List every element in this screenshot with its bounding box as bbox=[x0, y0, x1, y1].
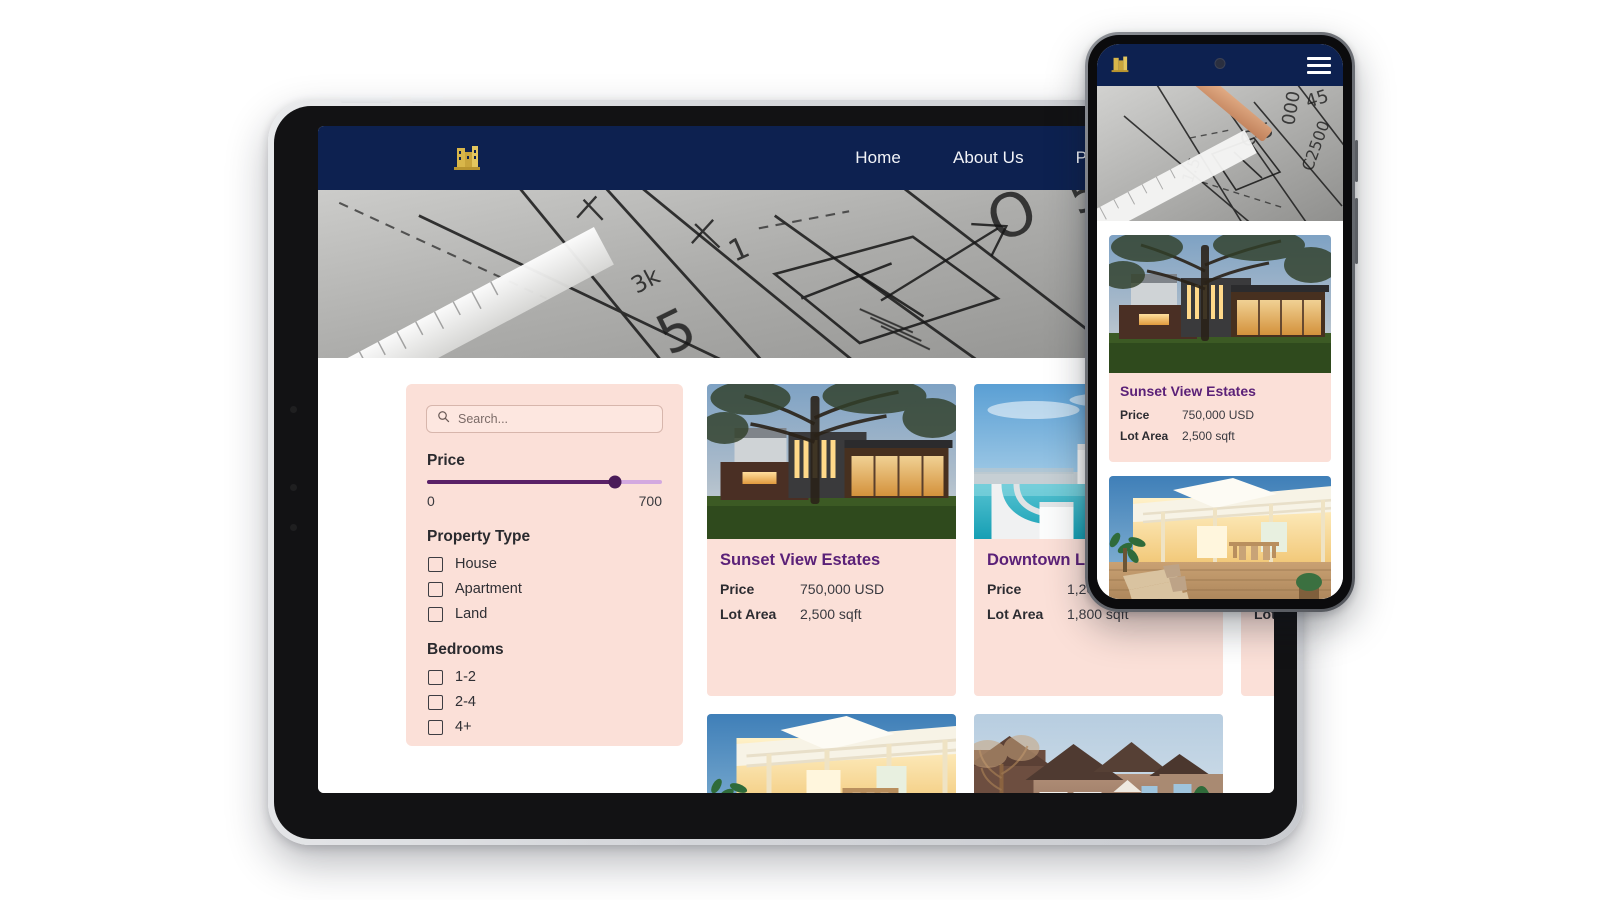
tablet-sensor-dot-3 bbox=[290, 524, 297, 531]
phone-navbar bbox=[1097, 44, 1343, 86]
property-card[interactable]: Sunset View Estates Price 750,000 USD Lo… bbox=[707, 384, 956, 696]
property-lot-row: Lot Area 2,500 sqft bbox=[720, 606, 943, 622]
tablet-top-button-1[interactable] bbox=[340, 96, 392, 103]
property-lot-key: Lot Area bbox=[720, 606, 777, 622]
nav-link-about-us[interactable]: About Us bbox=[953, 148, 1024, 168]
property-image-modern-house-dusk-tree bbox=[707, 384, 956, 539]
phone-screen: C-5 000 C2500 45 1.5 bbox=[1097, 44, 1343, 599]
screenshot-canvas: Home About Us Plans Contact bbox=[0, 0, 1600, 900]
price-max-label: 700 bbox=[638, 493, 662, 509]
checkbox-label-bedrooms-1-2: 1-2 bbox=[455, 669, 476, 685]
hamburger-menu-icon[interactable] bbox=[1307, 56, 1331, 74]
property-price-key: Price bbox=[1120, 408, 1150, 422]
property-title: Sunset View Estates bbox=[1120, 383, 1256, 399]
front-camera-icon bbox=[1214, 58, 1226, 69]
phone-device-mockup: C-5 000 C2500 45 1.5 bbox=[1085, 32, 1358, 612]
search-placeholder-text: Search... bbox=[458, 412, 509, 426]
property-card[interactable]: Palm Terrace Villa Price 980,000 USD Lot… bbox=[1109, 476, 1331, 599]
checkbox-bedrooms-2-4[interactable] bbox=[428, 694, 443, 710]
checkbox-bedrooms-4-plus[interactable] bbox=[428, 719, 443, 735]
checkbox-row-house[interactable]: House bbox=[428, 556, 663, 572]
checkbox-label-apartment: Apartment bbox=[455, 581, 522, 597]
nav-link-home[interactable]: Home bbox=[855, 148, 901, 168]
property-image-modern-house-dusk-tree bbox=[1109, 235, 1331, 373]
site-logo[interactable] bbox=[450, 139, 484, 178]
property-card[interactable]: Maple Grove Manor Price 640,000 USD Lot … bbox=[974, 713, 1223, 793]
checkbox-label-bedrooms-4-plus: 4+ bbox=[455, 719, 472, 735]
property-image-suburban-brick-house bbox=[974, 713, 1223, 793]
bedrooms-heading: Bedrooms bbox=[427, 641, 504, 658]
checkbox-label-house: House bbox=[455, 556, 497, 572]
phone-volume-button[interactable] bbox=[1355, 198, 1358, 264]
tablet-sensor-dot-1 bbox=[290, 406, 297, 413]
building-skyline-logo-icon[interactable] bbox=[1109, 52, 1131, 79]
checkbox-row-bedrooms-1-2[interactable]: 1-2 bbox=[428, 669, 663, 685]
checkbox-label-bedrooms-2-4: 2-4 bbox=[455, 694, 476, 710]
property-price-key: Price bbox=[987, 581, 1022, 597]
checkbox-house[interactable] bbox=[428, 556, 443, 572]
search-icon bbox=[437, 410, 450, 428]
property-image-patio-loungers-evening bbox=[707, 713, 956, 793]
price-slider-fill bbox=[427, 480, 615, 484]
phone-content-area: Sunset View Estates Price 750,000 USD Lo… bbox=[1097, 221, 1343, 599]
property-lot-key: Lot Area bbox=[987, 606, 1044, 622]
building-skyline-logo-icon bbox=[450, 139, 484, 178]
phone-bezel: C-5 000 C2500 45 1.5 bbox=[1088, 35, 1352, 609]
phone-power-button[interactable] bbox=[1355, 140, 1358, 182]
tablet-sensor-dot-2 bbox=[290, 484, 297, 491]
property-title: Sunset View Estates bbox=[720, 551, 881, 569]
property-price-row: Price 750,000 USD bbox=[1120, 408, 1320, 422]
tablet-top-button-2[interactable] bbox=[411, 96, 443, 103]
property-card[interactable]: Sunset View Estates Price 750,000 USD Lo… bbox=[1109, 235, 1331, 462]
property-card[interactable]: Palm Terrace Villa Price 980,000 USD Lot… bbox=[707, 713, 956, 793]
price-min-label: 0 bbox=[427, 493, 435, 509]
property-card-body: Sunset View Estates Price 750,000 USD Lo… bbox=[1109, 373, 1331, 462]
checkbox-apartment[interactable] bbox=[428, 581, 443, 597]
property-lot-row: Lot Area 2,500 sqft bbox=[1120, 429, 1320, 443]
checkbox-land[interactable] bbox=[428, 606, 443, 622]
price-slider-thumb[interactable] bbox=[608, 475, 622, 489]
property-lot-value: 2,500 sqft bbox=[1182, 429, 1235, 443]
property-lot-value: 2,500 sqft bbox=[800, 606, 862, 622]
checkbox-label-land: Land bbox=[455, 606, 488, 622]
price-slider[interactable]: 0 700 bbox=[426, 475, 663, 509]
search-input[interactable]: Search... bbox=[426, 405, 663, 433]
price-heading: Price bbox=[427, 452, 465, 469]
checkbox-bedrooms-1-2[interactable] bbox=[428, 669, 443, 685]
checkbox-row-bedrooms-2-4[interactable]: 2-4 bbox=[428, 694, 663, 710]
filter-panel: Search... Price 0 700 Property Type Hous… bbox=[406, 384, 683, 746]
property-image-patio-loungers-evening bbox=[1109, 476, 1331, 599]
property-price-value: 750,000 USD bbox=[1182, 408, 1255, 422]
checkbox-row-land[interactable]: Land bbox=[428, 606, 663, 622]
property-type-heading: Property Type bbox=[427, 528, 531, 545]
property-lot-key: Lot Area bbox=[1120, 429, 1169, 443]
property-card-body: Sunset View Estates Price 750,000 USD Lo… bbox=[707, 539, 956, 637]
phone-hero-banner-blueprint: C-5 000 C2500 45 1.5 bbox=[1097, 86, 1343, 221]
price-slider-labels: 0 700 bbox=[427, 493, 662, 509]
property-price-value: 750,000 USD bbox=[800, 581, 885, 597]
property-price-key: Price bbox=[720, 581, 755, 597]
price-slider-track[interactable] bbox=[427, 475, 662, 489]
checkbox-row-apartment[interactable]: Apartment bbox=[428, 581, 663, 597]
property-price-row: Price 750,000 USD bbox=[720, 581, 943, 597]
checkbox-row-bedrooms-4-plus[interactable]: 4+ bbox=[428, 719, 663, 735]
